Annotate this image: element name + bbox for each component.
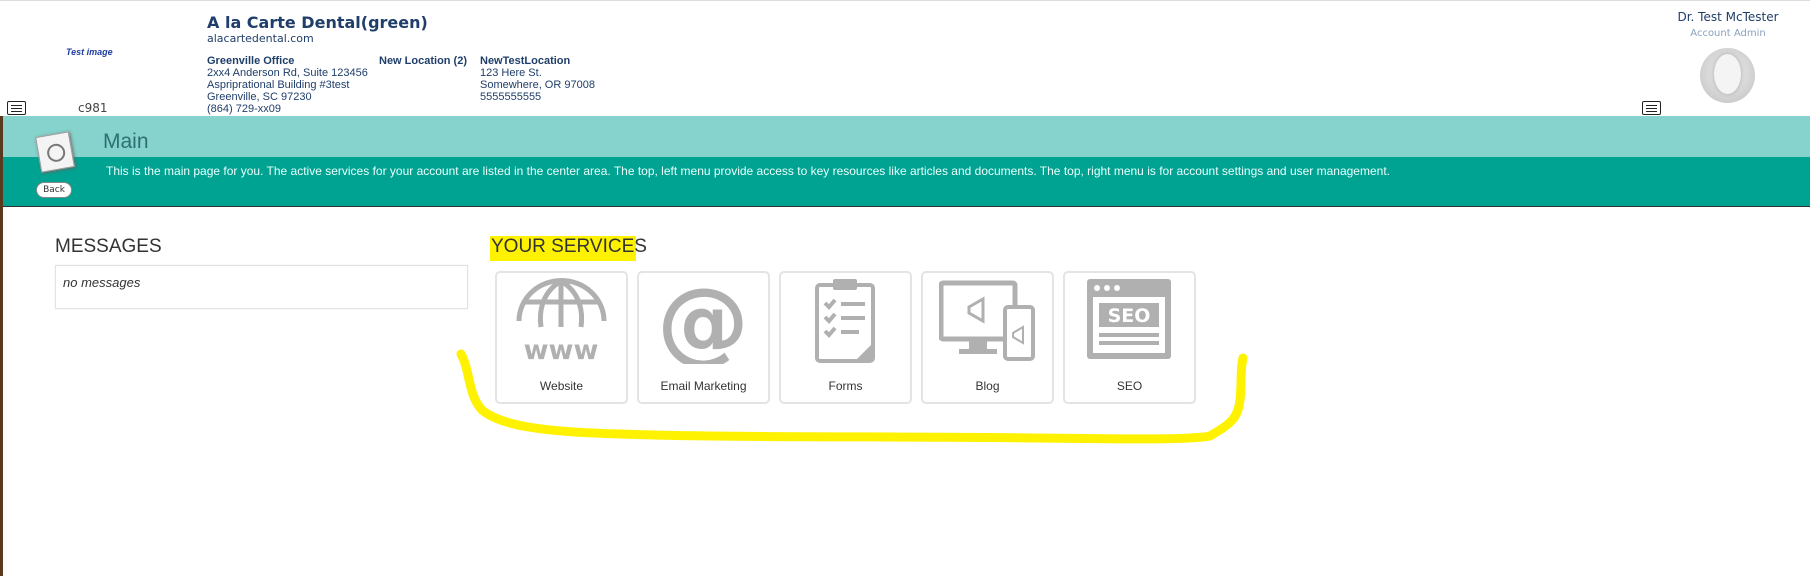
messages-heading: MESSAGES bbox=[55, 236, 162, 257]
back-button[interactable]: Back bbox=[36, 182, 72, 198]
service-tile-seo[interactable]: SEO SEO bbox=[1063, 271, 1196, 404]
service-tile-forms[interactable]: Forms bbox=[779, 271, 912, 404]
service-label: Email Marketing bbox=[660, 379, 747, 393]
globe-www-icon: www bbox=[516, 278, 607, 364]
office-address-line: 2xx4 Anderson Rd, Suite 123456 bbox=[207, 67, 368, 79]
office-phone: (864) 729-xx09 bbox=[207, 103, 281, 115]
page-title: Main bbox=[103, 130, 149, 153]
svg-text:www: www bbox=[524, 335, 599, 364]
messages-empty-text: no messages bbox=[63, 275, 141, 290]
avatar[interactable] bbox=[1700, 48, 1755, 103]
office-greenville: Greenville Office 2xx4 Anderson Rd, Suit… bbox=[207, 55, 368, 115]
office-address-line: Somewhere, OR 97008 bbox=[480, 79, 595, 91]
office-address-line: Aspriprational Building #3test bbox=[207, 79, 350, 91]
office-address-line: Greenville, SC 97230 bbox=[207, 91, 312, 103]
office-name: NewTestLocation bbox=[480, 55, 571, 67]
devices-megaphone-icon bbox=[939, 280, 1035, 361]
office-address-line: 123 Here St. bbox=[480, 67, 542, 79]
service-tile-email-marketing[interactable]: @ Email Marketing bbox=[637, 271, 770, 404]
right-menu-icon[interactable] bbox=[1642, 101, 1661, 115]
office-phone: 5555555555 bbox=[480, 91, 542, 103]
account-code: c981 bbox=[78, 101, 108, 115]
service-label: Website bbox=[539, 379, 584, 393]
services-heading: YOUR SERVICES bbox=[491, 236, 647, 257]
user-role: Account Admin bbox=[1690, 28, 1766, 39]
left-menu-icon[interactable] bbox=[7, 101, 26, 115]
service-label: Forms bbox=[828, 379, 863, 393]
service-tile-blog[interactable]: Blog bbox=[921, 271, 1054, 404]
practice-url: alacartedental.com bbox=[207, 32, 314, 45]
service-label: SEO bbox=[1116, 379, 1143, 393]
banner-title-bar bbox=[3, 116, 1810, 157]
clipboard-checklist-icon bbox=[815, 279, 875, 363]
messages-panel: no messages bbox=[55, 265, 468, 309]
page-icon bbox=[35, 131, 75, 173]
avatar-silhouette bbox=[1714, 54, 1741, 94]
page-description: This is the main page for you. The activ… bbox=[106, 164, 1390, 178]
user-name[interactable]: Dr. Test McTester bbox=[1650, 10, 1806, 24]
office-newtestlocation: NewTestLocation 123 Here St. Somewhere, … bbox=[480, 55, 595, 103]
page-header: Test image c981 A la Carte Dental(green)… bbox=[0, 0, 1810, 116]
svg-text:@: @ bbox=[657, 277, 749, 364]
practice-logo: Test image bbox=[66, 47, 113, 57]
svg-text:SEO: SEO bbox=[1108, 305, 1151, 327]
seo-browser-icon: SEO bbox=[1087, 279, 1171, 359]
service-tile-website[interactable]: www Website bbox=[495, 271, 628, 404]
office-name: New Location (2) bbox=[379, 55, 468, 67]
practice-name: A la Carte Dental(green) bbox=[207, 13, 428, 32]
service-label: Blog bbox=[975, 379, 1000, 393]
at-sign-icon: @ bbox=[657, 277, 749, 364]
office-new-location: New Location (2) bbox=[379, 55, 467, 67]
office-name: Greenville Office bbox=[207, 55, 295, 67]
